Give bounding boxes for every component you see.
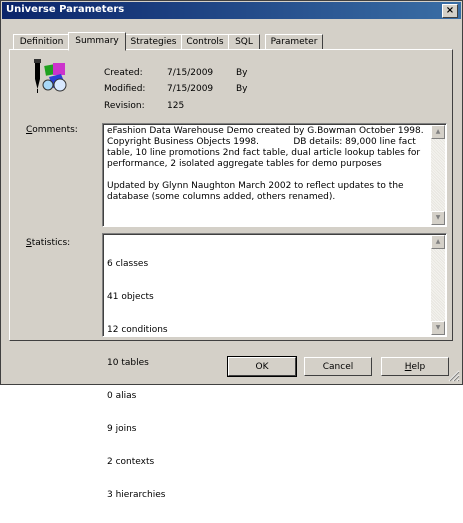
comments-text: eFashion Data Warehouse Demo created by … [107,126,424,202]
statistics-scrollbar[interactable]: ▲ ▼ [431,235,445,335]
stat-contexts: 2 contexts [107,457,155,467]
resize-grip-icon[interactable] [448,370,460,382]
stat-hierarchies: 3 hierarchies [107,490,166,500]
stat-conditions: 12 conditions [107,325,168,335]
modified-date: 7/15/2009 [167,84,214,94]
close-button[interactable]: × [442,4,458,18]
comments-label-rest: omments: [32,125,78,135]
comments-label: Comments: [26,125,78,135]
modified-by-label: By [236,84,248,94]
statistics-label: Statistics: [26,238,70,248]
stat-objects: 41 objects [107,292,154,302]
modified-label: Modified: [104,84,146,94]
revision-label: Revision: [104,101,145,111]
scroll-up-icon[interactable]: ▲ [431,125,445,139]
title-bar[interactable]: Universe Parameters × [2,2,461,19]
statistics-label-rest: tatistics: [31,238,71,248]
tab-definition[interactable]: Definition [13,34,70,49]
statistics-items: 6 classes 41 objects 12 conditions 10 ta… [107,237,430,523]
tab-parameter[interactable]: Parameter [265,34,323,49]
tab-strategies[interactable]: Strategies [125,34,182,49]
cancel-button[interactable]: Cancel [304,357,372,376]
help-mnemonic: H [404,362,412,372]
tab-summary[interactable]: Summary [68,32,126,51]
window-title: Universe Parameters [6,4,125,15]
tab-controls[interactable]: Controls [181,34,229,49]
scroll-down-icon[interactable]: ▼ [431,211,445,225]
universe-parameters-dialog: Universe Parameters × Definition Summary… [0,0,463,500]
universe-icon [34,59,67,93]
stat-joins: 9 joins [107,424,137,434]
created-date: 7/15/2009 [167,68,214,78]
stat-alias: 0 alias [107,391,137,401]
ok-button[interactable]: OK [227,356,297,377]
scroll-up-icon[interactable]: ▲ [431,235,445,249]
comments-scrollbar[interactable]: ▲ ▼ [431,125,445,225]
created-by-label: By [236,68,248,78]
tab-sql[interactable]: SQL [228,34,260,49]
stat-classes: 6 classes [107,259,149,269]
help-label-rest: elp [411,362,426,372]
help-button[interactable]: Help [381,357,449,376]
scroll-down-icon[interactable]: ▼ [431,321,445,335]
comments-textarea[interactable]: eFashion Data Warehouse Demo created by … [102,123,447,227]
revision-value: 125 [167,101,185,111]
created-label: Created: [104,68,143,78]
statistics-list[interactable]: 6 classes 41 objects 12 conditions 10 ta… [102,233,447,500]
